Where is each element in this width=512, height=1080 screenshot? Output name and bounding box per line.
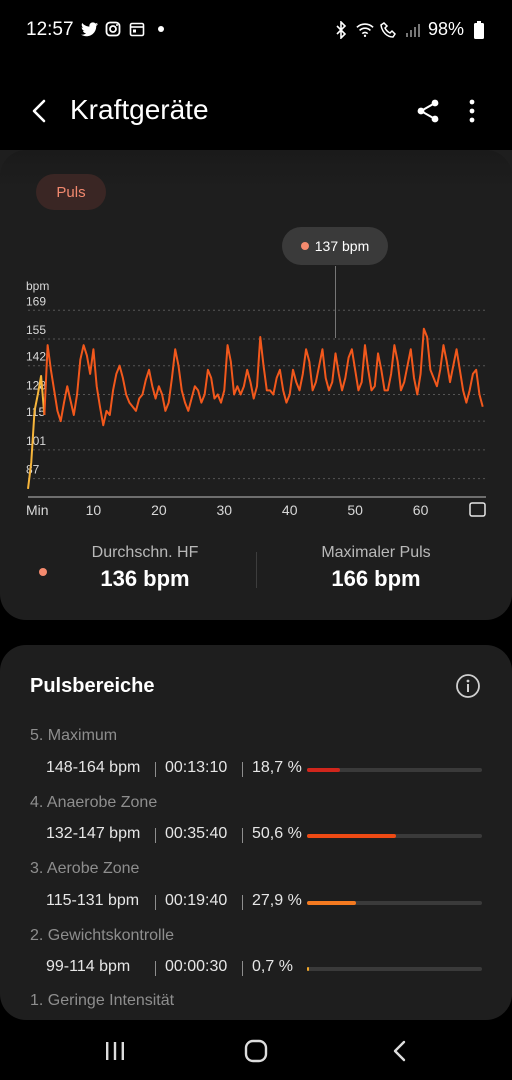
- avg-hr-stat: Durchschn. HF 136 bpm: [70, 544, 220, 592]
- zone-4-bar: [307, 834, 482, 838]
- separator: [242, 828, 243, 843]
- separator: [155, 895, 156, 910]
- zone-2-range: 99-114 bpm: [46, 958, 131, 975]
- separator: [155, 828, 156, 843]
- max-hr-value: 166 bpm: [331, 566, 421, 591]
- x-tick-label: 30: [216, 502, 232, 518]
- y-tick-label: 101: [26, 434, 46, 448]
- notification-icons: [80, 20, 170, 38]
- x-tick-label: 60: [413, 502, 429, 518]
- expand-chart-icon[interactable]: [469, 502, 486, 517]
- stat-divider: [256, 552, 257, 588]
- y-tick-label: 87: [26, 463, 40, 477]
- avg-hr-label: Durchschn. HF: [91, 544, 199, 561]
- signal-icon: [404, 21, 422, 39]
- avg-legend-dot: [39, 568, 47, 576]
- system-icons: 98%: [332, 19, 488, 40]
- x-tick-label: 40: [282, 502, 298, 518]
- twitter-icon: [80, 20, 98, 38]
- zone-4-time: 00:35:40: [165, 825, 228, 842]
- app-bar: Kraftgeräte: [0, 80, 512, 142]
- zone-2-bar-fill: [307, 967, 309, 971]
- zone-5-row: 148-164 bpm 00:13:10 18,7 %: [46, 759, 486, 783]
- heart-rate-chart-card: Puls bpm 169 155 142 128 115 101 87 Min 10 20 30 40 5…: [0, 150, 512, 620]
- zone-5-bar: [307, 768, 482, 772]
- x-tick-label: 50: [347, 502, 363, 518]
- recent-apps-button[interactable]: [101, 1038, 129, 1064]
- nav-back-button[interactable]: [386, 1038, 414, 1064]
- zone-2-bar: [307, 967, 482, 971]
- zone-4-row: 132-147 bpm 00:35:40 50,6 %: [46, 825, 486, 849]
- dot-icon: [152, 20, 170, 38]
- max-hr-label: Maximaler Puls: [321, 544, 431, 561]
- heart-rate-line: [43, 327, 484, 427]
- zone-5-name: 5. Maximum: [30, 727, 118, 744]
- x-axis-label: Min: [26, 502, 49, 518]
- zone-2-percent: 0,7 %: [252, 958, 293, 975]
- separator: [242, 762, 243, 777]
- x-tick-label: 10: [86, 502, 102, 518]
- back-button[interactable]: [26, 94, 56, 128]
- stats-row: Durchschn. HF 136 bpm Maximaler Puls 166…: [0, 544, 512, 604]
- separator: [242, 961, 243, 976]
- separator: [155, 961, 156, 976]
- separator: [155, 762, 156, 777]
- tooltip-dot: [300, 242, 309, 250]
- chart-tooltip: 137 bpm: [282, 227, 388, 265]
- zone-2-row: 99-114 bpm 00:00:30 0,7 %: [46, 958, 486, 982]
- calendar-icon: [128, 20, 146, 38]
- y-tick-label: 142: [26, 350, 46, 364]
- system-nav-bar: [0, 1020, 512, 1080]
- zone-2-time: 00:00:30: [165, 958, 228, 975]
- battery-percent: 98%: [427, 19, 464, 39]
- zone-4-percent: 50,6 %: [252, 825, 302, 842]
- zone-5-range: 148-164 bpm: [46, 759, 141, 776]
- battery-icon: [470, 20, 488, 39]
- zone-3-row: 115-131 bpm 00:19:40 27,9 %: [46, 892, 486, 916]
- zone-3-percent: 27,9 %: [252, 892, 302, 909]
- zone-5-time: 00:13:10: [165, 759, 228, 776]
- home-button[interactable]: [242, 1038, 270, 1064]
- heart-rate-zones-card: Pulsbereiche 5. Maximum 148-164 bpm 00:1…: [0, 645, 512, 1020]
- zone-3-time: 00:19:40: [165, 892, 228, 909]
- info-icon[interactable]: [455, 673, 481, 699]
- status-bar: 12:57 98%: [0, 0, 512, 62]
- wifi-icon: [356, 21, 374, 39]
- share-button[interactable]: [414, 97, 442, 125]
- max-hr-stat: Maximaler Puls 166 bpm: [300, 544, 452, 592]
- call-icon: [380, 21, 398, 39]
- zone-4-bar-fill: [307, 834, 396, 838]
- zone-4-name: 4. Anaerobe Zone: [30, 794, 158, 811]
- heart-rate-chart[interactable]: bpm16915514212811510187Min 10 20 30 40 50 60: [0, 150, 512, 530]
- tooltip-value: 137 bpm: [314, 238, 370, 254]
- y-tick-label: 169: [26, 294, 46, 308]
- zone-1-name: 1. Geringe Intensität: [30, 992, 175, 1009]
- bluetooth-icon: [332, 20, 350, 39]
- status-time: 12:57: [26, 19, 74, 40]
- page-title: Kraftgeräte: [70, 94, 209, 125]
- zone-3-bar: [307, 901, 482, 905]
- x-tick-label: 20: [151, 502, 167, 518]
- zone-5-percent: 18,7 %: [252, 759, 302, 776]
- y-unit-label: bpm: [26, 279, 49, 293]
- zone-3-bar-fill: [307, 901, 356, 905]
- zone-3-name: 3. Aerobe Zone: [30, 860, 140, 877]
- instagram-icon: [104, 20, 122, 38]
- more-options-button[interactable]: [460, 97, 484, 125]
- separator: [242, 895, 243, 910]
- zone-5-bar-fill: [307, 768, 340, 772]
- y-tick-label: 128: [26, 378, 46, 392]
- avg-hr-value: 136 bpm: [100, 566, 190, 591]
- zone-3-range: 115-131 bpm: [46, 892, 140, 909]
- y-tick-label: 155: [26, 323, 46, 337]
- zones-title: Pulsbereiche: [30, 675, 155, 697]
- zone-4-range: 132-147 bpm: [46, 825, 141, 842]
- zone-2-name: 2. Gewichtskontrolle: [30, 927, 175, 944]
